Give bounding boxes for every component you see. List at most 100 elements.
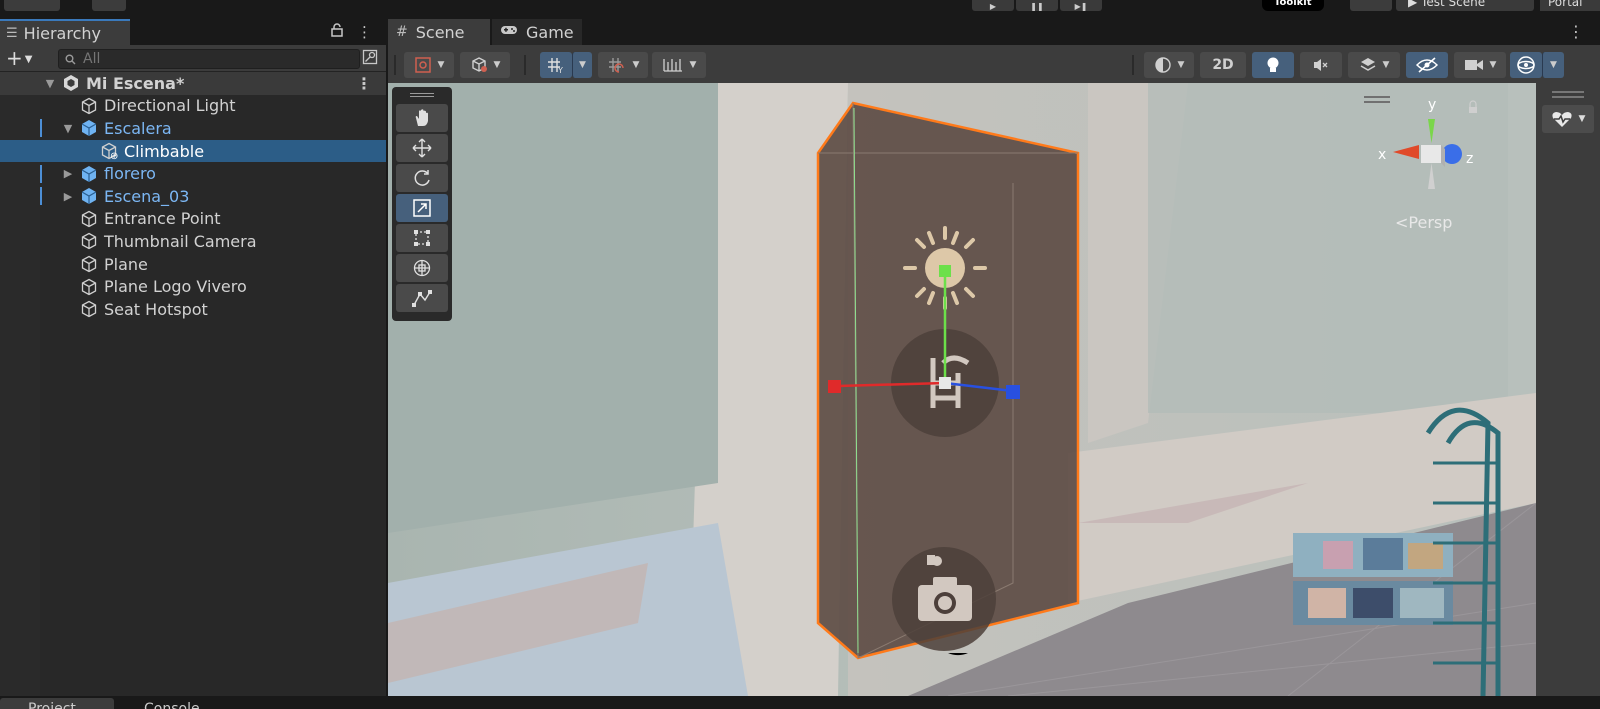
- increment-snap-icon: [608, 58, 624, 73]
- step-button[interactable]: ▶❚: [1060, 0, 1102, 11]
- scale-icon: [413, 199, 431, 217]
- test-scene-button[interactable]: ▶ Test Scene: [1396, 0, 1534, 11]
- increment-snap-button[interactable]: ▼: [598, 52, 648, 78]
- tab-scene[interactable]: # Scene: [388, 19, 490, 45]
- play-controls: ▶ ❚❚ ▶❚: [972, 0, 1102, 11]
- lock-icon[interactable]: [331, 23, 343, 41]
- scene-tab-label: Scene: [415, 22, 465, 42]
- account-button[interactable]: [4, 0, 60, 11]
- orientation-gizmo[interactable]: y x z <Persp: [1373, 97, 1493, 237]
- gamepad-icon: [500, 24, 518, 40]
- grid-snap-button[interactable]: Y: [540, 52, 572, 78]
- hierarchy-item-label: Entrance Point: [104, 209, 221, 229]
- chevron-down-icon: ▼: [24, 53, 33, 65]
- add-button[interactable]: + ▼: [6, 48, 32, 70]
- effects-button[interactable]: ▼: [1348, 52, 1400, 78]
- hidden-eye-icon: [1416, 57, 1438, 73]
- mute-icon: [1314, 59, 1328, 71]
- rect-tool-button[interactable]: [396, 224, 448, 252]
- camera-settings-button[interactable]: ▼: [1454, 52, 1506, 78]
- hierarchy-item[interactable]: Plane: [0, 253, 386, 276]
- draw-mode-icon: [414, 57, 431, 73]
- cloud-button[interactable]: [92, 0, 126, 11]
- scene-more-icon[interactable]: ⋮: [356, 74, 372, 93]
- hand-tool-button[interactable]: [396, 104, 448, 132]
- hierarchy-item[interactable]: Entrance Point: [0, 208, 386, 231]
- move-tool-button[interactable]: [396, 134, 448, 162]
- heart-pulse-icon: [1551, 112, 1572, 127]
- portal-button[interactable]: Portal: [1540, 0, 1600, 11]
- gameobject-cube-icon: [80, 97, 98, 115]
- svg-text:Y: Y: [557, 66, 563, 74]
- unity-scene-icon: [62, 74, 80, 92]
- hierarchy-search[interactable]: [58, 49, 360, 69]
- hierarchy-item[interactable]: ▶ florero: [0, 162, 386, 185]
- scene-viewport[interactable]: y x z <Persp: [388, 83, 1536, 696]
- hierarchy-toolbar: + ▼: [0, 45, 386, 72]
- transform-tool-button[interactable]: [396, 254, 448, 282]
- persp-label: Persp: [1408, 213, 1453, 232]
- globe-button[interactable]: [1350, 0, 1392, 11]
- scene-visibility-button[interactable]: [1406, 52, 1448, 78]
- collapse-arrow-icon[interactable]: ▶: [62, 190, 74, 203]
- axis-z-label: z: [1466, 151, 1474, 167]
- gizmos-button[interactable]: [1510, 52, 1542, 78]
- hierarchy-item[interactable]: ▼ Escalera: [0, 117, 386, 140]
- draw-mode-button[interactable]: ▼: [404, 52, 454, 78]
- toolbar-separator: [524, 55, 526, 75]
- custom-tool-button[interactable]: [396, 284, 448, 312]
- scene-render: [388, 83, 1536, 696]
- strip-grip[interactable]: [1552, 91, 1584, 93]
- custom-tool-icon: [412, 290, 432, 307]
- chevron-down-icon: ▼: [1578, 114, 1586, 124]
- overlay-strip: ▼: [1536, 83, 1600, 696]
- hierarchy-item[interactable]: ▶ Escena_03: [0, 185, 386, 208]
- main-toolbar: ▶ ❚❚ ▶❚ Toolkit ▶ Test Scene Portal: [0, 0, 1600, 12]
- health-overlay-button[interactable]: ▼: [1542, 105, 1594, 133]
- toolkit-badge[interactable]: Toolkit: [1262, 0, 1324, 11]
- hierarchy-item[interactable]: Thumbnail Camera: [0, 230, 386, 253]
- rotate-tool-button[interactable]: [396, 164, 448, 192]
- tab-hierarchy[interactable]: ☰ Hierarchy: [0, 19, 130, 45]
- expand-arrow-icon[interactable]: ▼: [62, 122, 74, 135]
- tools-grip[interactable]: [396, 90, 448, 100]
- axis-gizmo-icon: [1393, 100, 1477, 189]
- 2d-toggle-button[interactable]: 2D: [1200, 52, 1246, 78]
- gizmos-dropdown[interactable]: ▼: [1542, 52, 1564, 78]
- shading-mode-button[interactable]: ▼: [460, 52, 510, 78]
- collapse-arrow-icon[interactable]: ▶: [62, 167, 74, 180]
- render-mode-button[interactable]: ▼: [1144, 52, 1194, 78]
- tab-console[interactable]: Console: [118, 698, 228, 709]
- play-button[interactable]: ▶: [972, 0, 1014, 11]
- rect-tool-icon: [414, 230, 430, 246]
- expand-arrow-icon[interactable]: ▼: [44, 77, 56, 90]
- more-menu-icon[interactable]: ⋮: [357, 23, 372, 41]
- lighting-toggle-button[interactable]: [1252, 52, 1294, 78]
- gameobject-cube-icon: [80, 210, 98, 228]
- search-filter-icon[interactable]: [362, 49, 378, 69]
- search-input[interactable]: [83, 51, 343, 67]
- gizmo-globe-icon: [1517, 56, 1535, 74]
- pause-button[interactable]: ❚❚: [1016, 0, 1058, 11]
- audio-toggle-button[interactable]: [1300, 52, 1342, 78]
- ruler-snap-button[interactable]: ▼: [652, 52, 706, 78]
- scene-more-menu-icon[interactable]: ⋮: [1568, 22, 1584, 41]
- tab-game[interactable]: Game: [492, 19, 582, 45]
- transform-icon: [413, 259, 431, 277]
- layers-icon: [1360, 58, 1375, 71]
- hierarchy-item[interactable]: ⊕ Climbable: [0, 139, 386, 163]
- video-camera-icon: [1464, 60, 1483, 70]
- grid-snap-dropdown[interactable]: ▼: [572, 52, 592, 78]
- prefab-cube-icon: [80, 119, 98, 137]
- scene-row[interactable]: ▼ Mi Escena* ⋮: [0, 72, 386, 95]
- hierarchy-item-label: Plane: [104, 254, 148, 274]
- scale-tool-button[interactable]: [396, 194, 448, 222]
- hierarchy-item[interactable]: Seat Hotspot: [0, 298, 386, 321]
- hierarchy-item-label: Directional Light: [104, 96, 236, 116]
- tab-project[interactable]: Project: [0, 698, 114, 709]
- grid-snap-icon: Y: [548, 58, 563, 74]
- hierarchy-item[interactable]: Directional Light: [0, 95, 386, 118]
- projection-label[interactable]: <Persp: [1395, 213, 1452, 232]
- ruler-icon: [662, 59, 682, 72]
- hierarchy-item[interactable]: Plane Logo Vivero: [0, 275, 386, 298]
